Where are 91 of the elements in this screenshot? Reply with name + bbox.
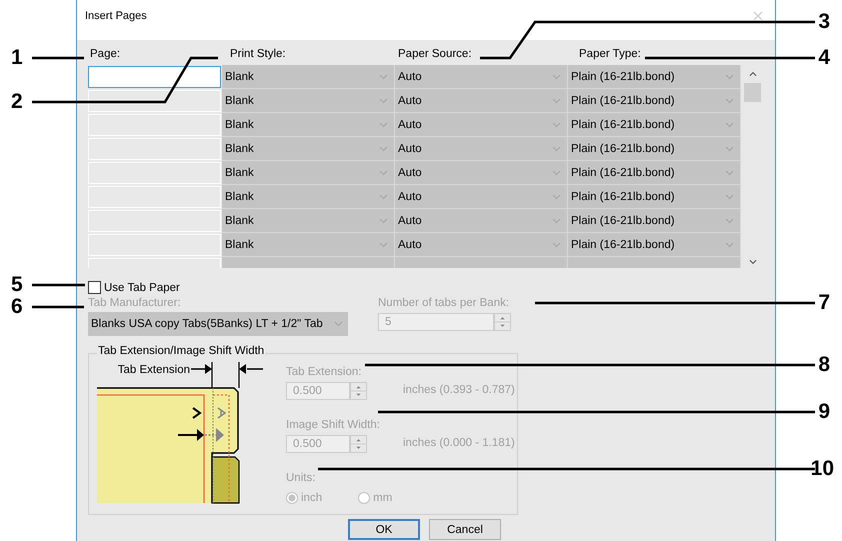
chevron-down-icon: [334, 321, 343, 327]
dropdown[interactable]: Auto: [395, 185, 568, 209]
dropdown[interactable]: Plain (16-21lb.bond): [568, 89, 741, 113]
callout-number: 2: [11, 91, 23, 112]
dropdown[interactable]: Auto: [395, 233, 568, 257]
dropdown[interactable]: Plain (16-21lb.bond): [568, 185, 741, 209]
page-field[interactable]: [88, 66, 221, 88]
chevron-down-icon: [552, 122, 561, 128]
dropdown[interactable]: Blank: [222, 233, 395, 257]
diagram-label: Tab Extension: [118, 364, 190, 376]
range-hint: inches (0.000 - 1.181): [403, 437, 515, 449]
dropdown[interactable]: Blank: [222, 113, 395, 137]
chevron-down-icon: [552, 170, 561, 176]
field-label: Tab Extension:: [286, 366, 362, 380]
chevron-down-icon: [552, 218, 561, 224]
callout-number: 8: [818, 354, 830, 375]
column-header: Paper Source:: [397, 48, 472, 62]
chevron-down-icon: [725, 98, 734, 104]
dropdown[interactable]: Blank: [222, 89, 395, 113]
chevron-down-icon: [552, 98, 561, 104]
dropdown[interactable]: Plain (16-21lb.bond): [568, 233, 741, 257]
dropdown[interactable]: Blank: [222, 161, 395, 185]
column-header: Print Style:: [229, 48, 286, 62]
dropdown[interactable]: Plain (16-21lb.bond): [568, 161, 741, 185]
chevron-down-icon: [379, 98, 388, 104]
dropdown[interactable]: Blank: [222, 185, 395, 209]
chevron-down-icon: [725, 74, 734, 80]
dropdown[interactable]: Blank: [222, 65, 395, 89]
chevron-down-icon: [552, 146, 561, 152]
chevron-down-icon: [379, 218, 388, 224]
field-label: Tab Manufacturer:: [88, 297, 182, 311]
spin-buttons[interactable]: [350, 382, 367, 400]
column-header: Paper Type:: [578, 48, 641, 62]
dropdown[interactable]: Auto: [395, 65, 568, 89]
dropdown[interactable]: Plain (16-21lb.bond): [568, 209, 741, 233]
group-title: Tab Extension/Image Shift Width: [97, 345, 266, 357]
callout-number: 5: [11, 274, 23, 295]
dialog-button[interactable]: Cancel: [429, 519, 501, 540]
callout-number: 9: [818, 401, 830, 422]
chevron-down-icon: [379, 194, 388, 200]
chevron-down-icon: [725, 170, 734, 176]
dropdown[interactable]: Auto: [395, 113, 568, 137]
chevron-down-icon: [379, 146, 388, 152]
callout-number: 7: [818, 292, 830, 313]
dimension-arrows: [191, 361, 263, 389]
chevron-down-icon: [725, 242, 734, 248]
chevron-down-icon: [379, 122, 388, 128]
dropdown[interactable]: Blank: [222, 209, 395, 233]
chevron-down-icon: [725, 122, 734, 128]
dropdown[interactable]: Auto: [395, 89, 568, 113]
scroll-down-icon: [748, 259, 756, 265]
dropdown[interactable]: Plain (16-21lb.bond): [568, 65, 741, 89]
dropdown[interactable]: Auto: [395, 161, 568, 185]
dropdown[interactable]: Plain (16-21lb.bond): [568, 137, 741, 161]
chevron-down-icon: [379, 242, 388, 248]
chevron-down-icon: [552, 242, 561, 248]
scroll-up-icon: [748, 71, 756, 77]
leader-line: [32, 284, 85, 286]
chevron-down-icon: [725, 218, 734, 224]
close-icon[interactable]: [753, 11, 763, 21]
dropdown[interactable]: Plain (16-21lb.bond): [568, 113, 741, 137]
spin-buttons[interactable]: [494, 313, 511, 331]
spin-buttons[interactable]: [350, 435, 367, 453]
dropdown[interactable]: Auto: [395, 137, 568, 161]
radio-label: inch: [301, 492, 322, 504]
checkbox[interactable]: [88, 281, 101, 294]
chevron-down-icon: [552, 74, 561, 80]
range-hint: inches (0.393 - 0.787): [403, 384, 515, 396]
chevron-down-icon: [725, 146, 734, 152]
shift-arrow: [178, 428, 224, 442]
callout-number: 1: [11, 47, 23, 68]
field-label: Units:: [286, 472, 316, 486]
callout-number: 6: [11, 296, 23, 317]
chevron-down-icon: [379, 170, 388, 176]
leader-line: [32, 306, 84, 308]
field-label: Number of tabs per Bank:: [378, 297, 510, 311]
dropdown[interactable]: Auto: [395, 209, 568, 233]
callout-number: 4: [818, 47, 830, 68]
callout-number: 10: [810, 458, 834, 479]
field-label: Image Shift Width:: [286, 419, 381, 433]
scroll-thumb[interactable]: [744, 83, 761, 102]
window-title: Insert Pages: [85, 10, 147, 22]
chevron-down-icon: [552, 194, 561, 200]
radio-label: mm: [373, 492, 392, 504]
checkbox-label: Use Tab Paper: [104, 282, 180, 294]
chevron-down-icon: [379, 74, 388, 80]
dropdown[interactable]: Blank: [222, 137, 395, 161]
callout-number: 3: [818, 11, 830, 32]
dialog-button[interactable]: OK: [348, 519, 420, 540]
chevron-down-icon: [725, 194, 734, 200]
column-header: Page:: [89, 48, 120, 62]
